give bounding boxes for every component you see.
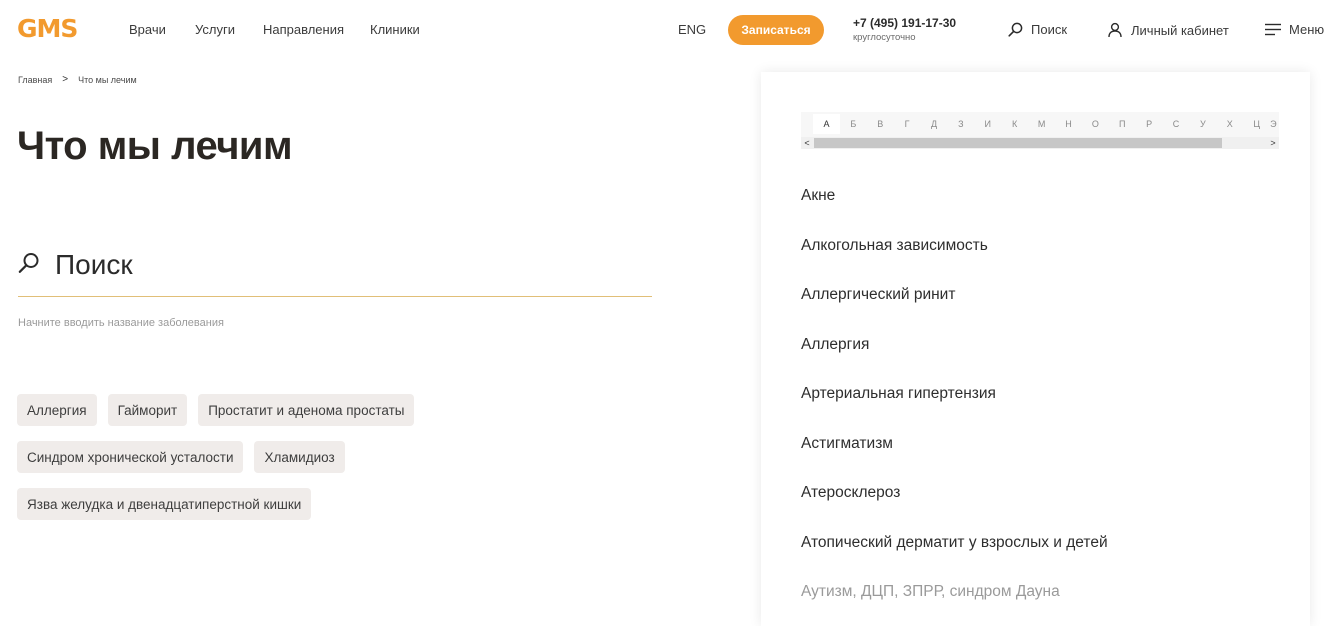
breadcrumb: Главная > Что мы лечим [18, 74, 137, 85]
disease-item[interactable]: Аллергия [801, 324, 1108, 374]
letter-tab[interactable]: Ц [1243, 119, 1270, 129]
disease-list: Акне Алкогольная зависимость Аллергическ… [801, 175, 1108, 621]
user-icon [1107, 22, 1123, 38]
menu-button[interactable]: Меню [1265, 22, 1324, 37]
letter-tab[interactable]: Н [1055, 119, 1082, 129]
nav-clinics[interactable]: Клиники [370, 22, 420, 37]
search-input[interactable] [55, 246, 645, 284]
letter-tab[interactable]: У [1189, 119, 1216, 129]
letter-tab[interactable]: Д [921, 119, 948, 129]
popular-tags: Аллергия Гайморит Простатит и аденома пр… [17, 394, 457, 520]
search-icon [18, 252, 40, 279]
letter-tab[interactable]: К [1001, 119, 1028, 129]
disease-item[interactable]: Атеросклероз [801, 472, 1108, 522]
page-title: Что мы лечим [17, 124, 293, 168]
phone-note: круглосуточно [853, 32, 916, 43]
search-hint: Начните вводить название заболевания [18, 317, 224, 329]
tag-item[interactable]: Простатит и аденома простаты [198, 394, 415, 426]
site-header: GMS Врачи Услуги Направления Клиники ENG… [0, 0, 1340, 60]
disease-item[interactable]: Акне [801, 175, 1108, 225]
phone-link[interactable]: +7 (495) 191-17-30 [853, 16, 956, 30]
letter-tab[interactable]: М [1028, 119, 1055, 129]
letter-tab[interactable]: Б [840, 119, 867, 129]
disease-item[interactable]: Алкогольная зависимость [801, 225, 1108, 275]
hamburger-icon [1265, 23, 1281, 36]
tag-item[interactable]: Гайморит [107, 394, 188, 426]
logo[interactable]: GMS [17, 14, 78, 43]
breadcrumb-current: Что мы лечим [78, 74, 137, 85]
header-search-label: Поиск [1031, 22, 1068, 37]
account-link[interactable]: Личный кабинет [1107, 22, 1229, 38]
letter-tab[interactable]: Г [894, 119, 921, 129]
scroll-left-icon[interactable]: < [801, 137, 813, 149]
disease-item[interactable]: Аллергический ринит [801, 274, 1108, 324]
scroll-right-icon[interactable]: > [1267, 137, 1279, 149]
letter-tab[interactable]: Х [1216, 119, 1243, 129]
letter-tab[interactable]: З [947, 119, 974, 129]
account-label: Личный кабинет [1131, 22, 1229, 38]
disease-item[interactable]: Артериальная гипертензия [801, 373, 1108, 423]
tag-item[interactable]: Аллергия [17, 394, 97, 426]
disease-index-panel: А Б В Г Д З И К М Н О П Р С У Х Ц Э < > … [761, 72, 1310, 626]
disease-search [18, 246, 652, 297]
disease-item[interactable]: Астигматизм [801, 423, 1108, 473]
alphabet-letters: А Б В Г Д З И К М Н О П Р С У Х Ц Э [801, 112, 1284, 136]
disease-item[interactable]: Аутизм, ДЦП, ЗПРР, синдром Дауна [801, 571, 1108, 621]
letter-tab[interactable]: Р [1136, 119, 1163, 129]
alphabet-filter: А Б В Г Д З И К М Н О П Р С У Х Ц Э < > [801, 112, 1279, 149]
nav-doctors[interactable]: Врачи [129, 22, 166, 37]
tag-item[interactable]: Хламидиоз [254, 441, 345, 473]
nav-services[interactable]: Услуги [195, 22, 235, 37]
letter-tab[interactable]: В [867, 119, 894, 129]
letter-tab[interactable]: О [1082, 119, 1109, 129]
search-icon [1008, 22, 1023, 37]
chevron-right-icon: > [62, 74, 69, 85]
letter-tab[interactable]: И [974, 119, 1001, 129]
scrollbar-thumb[interactable] [814, 138, 1222, 148]
letter-tab[interactable]: Э [1270, 119, 1284, 129]
nav-directions[interactable]: Направления [263, 22, 344, 37]
header-search-button[interactable]: Поиск [1008, 22, 1067, 37]
letter-tab[interactable]: П [1109, 119, 1136, 129]
letter-tab[interactable]: С [1163, 119, 1190, 129]
alphabet-scrollbar[interactable]: < > [801, 137, 1279, 149]
breadcrumb-home[interactable]: Главная [18, 75, 52, 85]
disease-item[interactable]: Атопический дерматит у взрослых и детей [801, 522, 1108, 572]
menu-label: Меню [1289, 22, 1325, 37]
tag-item[interactable]: Язва желудка и двенадцатиперстной кишки [17, 488, 312, 520]
appointment-button[interactable]: Записаться [728, 15, 824, 45]
language-switch[interactable]: ENG [678, 22, 706, 37]
letter-tab[interactable]: А [813, 114, 840, 134]
tag-item[interactable]: Синдром хронической усталости [17, 441, 244, 473]
